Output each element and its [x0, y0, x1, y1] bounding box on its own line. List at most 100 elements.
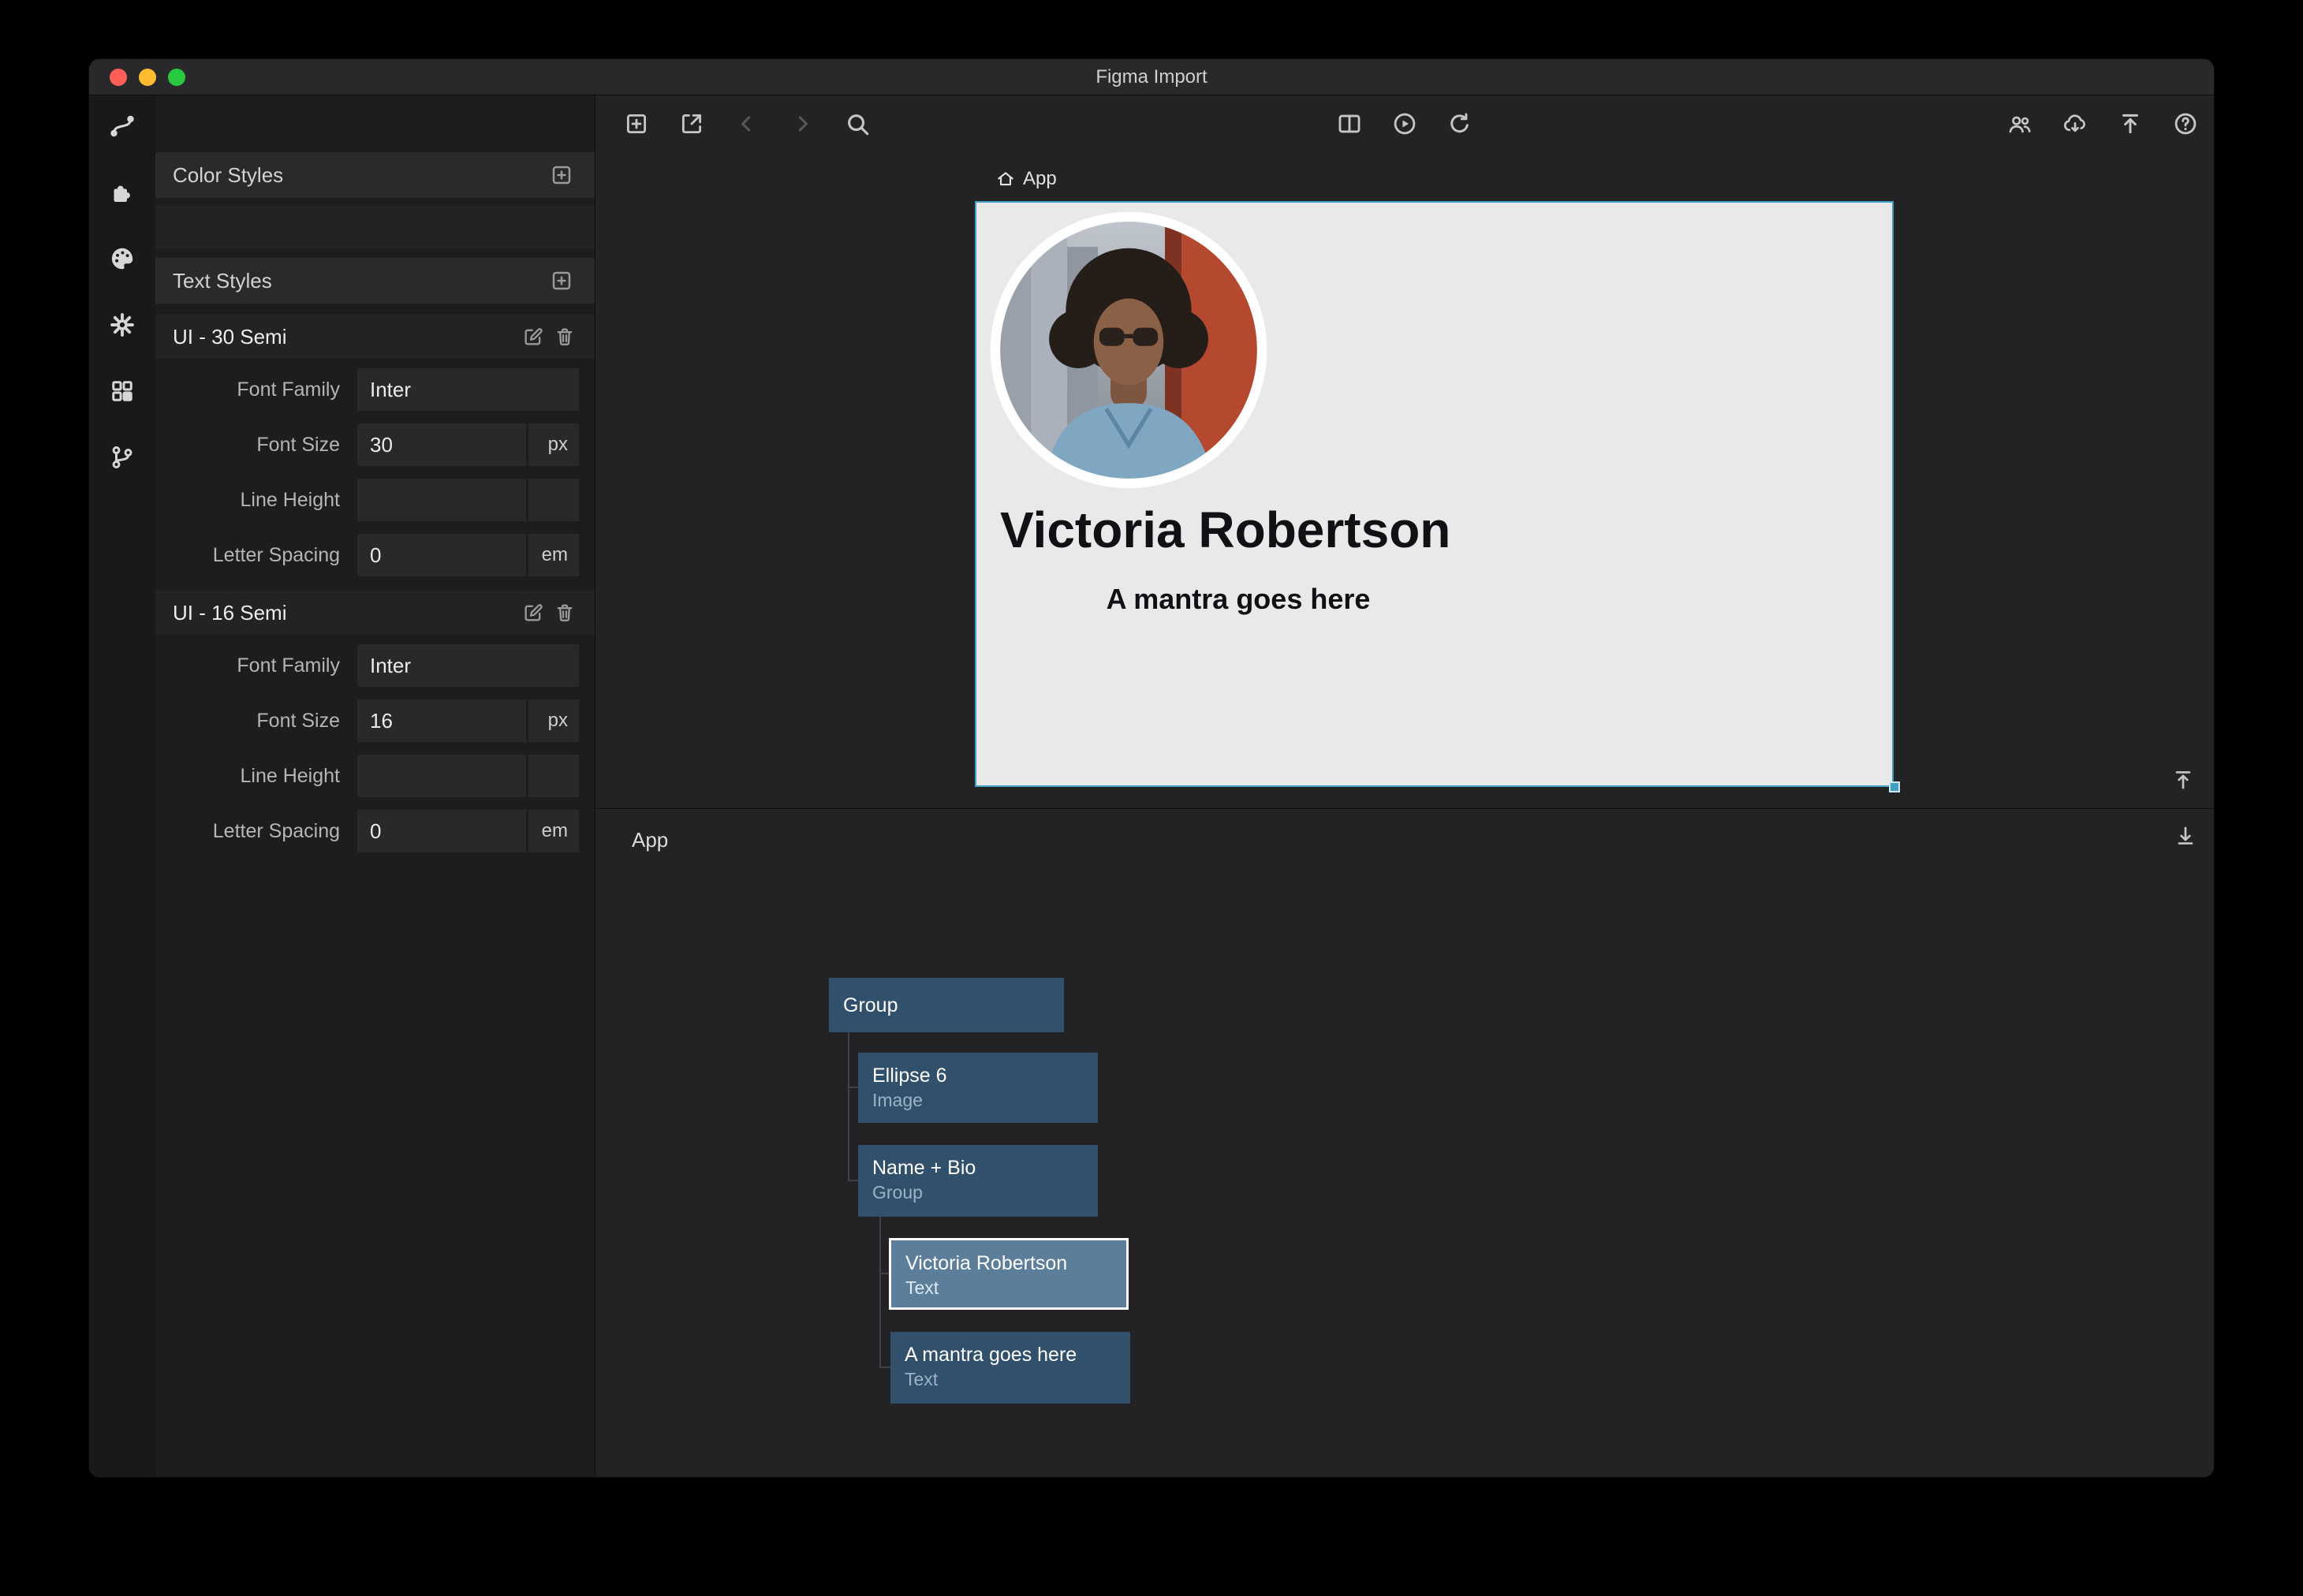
field-label: Line Height [162, 765, 357, 788]
traffic-lights [110, 59, 185, 95]
text-style-name: UI - 30 Semi [173, 325, 517, 349]
field-label: Font Family [162, 654, 357, 677]
tree-node-mantra[interactable]: A mantra goes here Text [890, 1332, 1130, 1404]
components-icon[interactable] [105, 376, 140, 406]
add-color-style-button[interactable] [546, 159, 577, 191]
node-type: Group [872, 1180, 1084, 1204]
help-icon[interactable] [2168, 106, 2203, 141]
color-styles-label: Color Styles [173, 163, 283, 188]
line-height-row: Line Height [155, 475, 595, 524]
font-family-row: Font Family Inter [155, 641, 595, 690]
letter-spacing-input[interactable]: 0 [357, 810, 526, 852]
letter-spacing-row: Letter Spacing 0 em [155, 807, 595, 856]
vector-pen-icon[interactable] [105, 111, 140, 141]
outline-panel: App Group Ellipse [595, 808, 2214, 1478]
tree-node-victoria-robertson[interactable]: Victoria Robertson Text [889, 1238, 1129, 1310]
selection-resize-handle[interactable] [1889, 781, 1900, 792]
font-size-row: Font Size 16 px [155, 696, 595, 745]
text-style-row[interactable]: UI - 30 Semi [155, 315, 595, 359]
toolbar-center [1332, 106, 1477, 141]
letter-spacing-unit: em [528, 810, 579, 852]
tree-node-ellipse[interactable]: Ellipse 6 Image [858, 1053, 1098, 1123]
tree-connector [879, 1367, 890, 1368]
text-styles-header: Text Styles [155, 258, 595, 304]
node-type: Text [905, 1276, 1112, 1300]
field-label: Font Size [162, 434, 357, 457]
toolbar [595, 95, 2214, 152]
font-size-input[interactable]: 30 [357, 423, 526, 466]
node-label: Victoria Robertson [905, 1251, 1112, 1276]
letter-spacing-input[interactable]: 0 [357, 534, 526, 576]
color-styles-empty-row [155, 206, 595, 248]
main-area: App [595, 95, 2214, 1478]
tree-node-name-bio[interactable]: Name + Bio Group [858, 1145, 1098, 1217]
field-label: Line Height [162, 489, 357, 512]
collapse-panel-icon[interactable] [2168, 819, 2203, 853]
tree-node-group[interactable]: Group [829, 978, 1064, 1032]
import-icon[interactable] [674, 106, 709, 141]
collaborators-icon[interactable] [2003, 106, 2037, 141]
text-style-name: UI - 16 Semi [173, 601, 517, 625]
play-icon[interactable] [1387, 106, 1422, 141]
node-type: Text [905, 1367, 1116, 1391]
search-icon[interactable] [840, 106, 875, 141]
breadcrumb-label: App [1023, 168, 1057, 190]
node-label: Ellipse 6 [872, 1063, 1084, 1088]
letter-spacing-row: Letter Spacing 0 em [155, 531, 595, 580]
app-window: Figma Import [88, 58, 2215, 1478]
window-title: Figma Import [89, 66, 2214, 88]
color-styles-header: Color Styles [155, 152, 595, 198]
line-height-input[interactable] [357, 479, 526, 521]
line-height-row: Line Height [155, 751, 595, 800]
publish-icon[interactable] [2113, 106, 2148, 141]
font-size-input[interactable]: 16 [357, 699, 526, 742]
font-size-row: Font Size 30 px [155, 420, 595, 469]
cloud-sync-icon[interactable] [2058, 106, 2092, 141]
add-frame-icon[interactable] [619, 106, 654, 141]
toolbar-left [619, 106, 875, 141]
toolbar-right [2003, 106, 2203, 141]
plugins-icon[interactable] [105, 177, 140, 207]
text-style-row[interactable]: UI - 16 Semi [155, 591, 595, 635]
tree-connector [879, 1273, 889, 1274]
field-label: Font Family [162, 378, 357, 401]
delete-icon[interactable] [549, 321, 580, 352]
canvas[interactable]: App [595, 152, 2214, 808]
font-family-input[interactable]: Inter [357, 368, 579, 411]
split-view-icon[interactable] [1332, 106, 1367, 141]
field-label: Letter Spacing [162, 820, 357, 843]
edit-icon[interactable] [517, 321, 549, 352]
branch-icon[interactable] [105, 442, 140, 472]
close-window-button[interactable] [110, 69, 127, 86]
styles-palette-icon[interactable] [105, 244, 140, 274]
field-label: Letter Spacing [162, 544, 357, 567]
line-height-unit [528, 755, 579, 797]
tree-connector [879, 1217, 881, 1367]
font-family-row: Font Family Inter [155, 365, 595, 414]
refresh-icon[interactable] [1443, 106, 1477, 141]
artboard-app-frame[interactable]: Victoria Robertson A mantra goes here [975, 201, 1894, 787]
tree-connector [848, 1087, 858, 1088]
scroll-top-icon[interactable] [2166, 763, 2200, 797]
delete-icon[interactable] [549, 597, 580, 628]
tree-connector [848, 1032, 849, 1180]
back-icon[interactable] [730, 106, 764, 141]
node-label: Name + Bio [872, 1155, 1084, 1180]
minimize-window-button[interactable] [139, 69, 156, 86]
zoom-window-button[interactable] [168, 69, 185, 86]
edit-icon[interactable] [517, 597, 549, 628]
add-text-style-button[interactable] [546, 265, 577, 296]
font-family-input[interactable]: Inter [357, 644, 579, 687]
font-size-unit: px [528, 423, 579, 466]
text-styles-label: Text Styles [173, 269, 272, 293]
icon-rail [89, 95, 155, 1478]
forward-icon[interactable] [785, 106, 819, 141]
tree-connector [848, 1180, 858, 1181]
breadcrumb[interactable]: App [995, 168, 1057, 190]
titlebar: Figma Import [89, 59, 2214, 95]
settings-gear-icon[interactable] [105, 310, 140, 340]
profile-name-text[interactable]: Victoria Robertson [1000, 501, 1476, 559]
letter-spacing-unit: em [528, 534, 579, 576]
line-height-input[interactable] [357, 755, 526, 797]
profile-mantra-text[interactable]: A mantra goes here [1000, 583, 1476, 616]
